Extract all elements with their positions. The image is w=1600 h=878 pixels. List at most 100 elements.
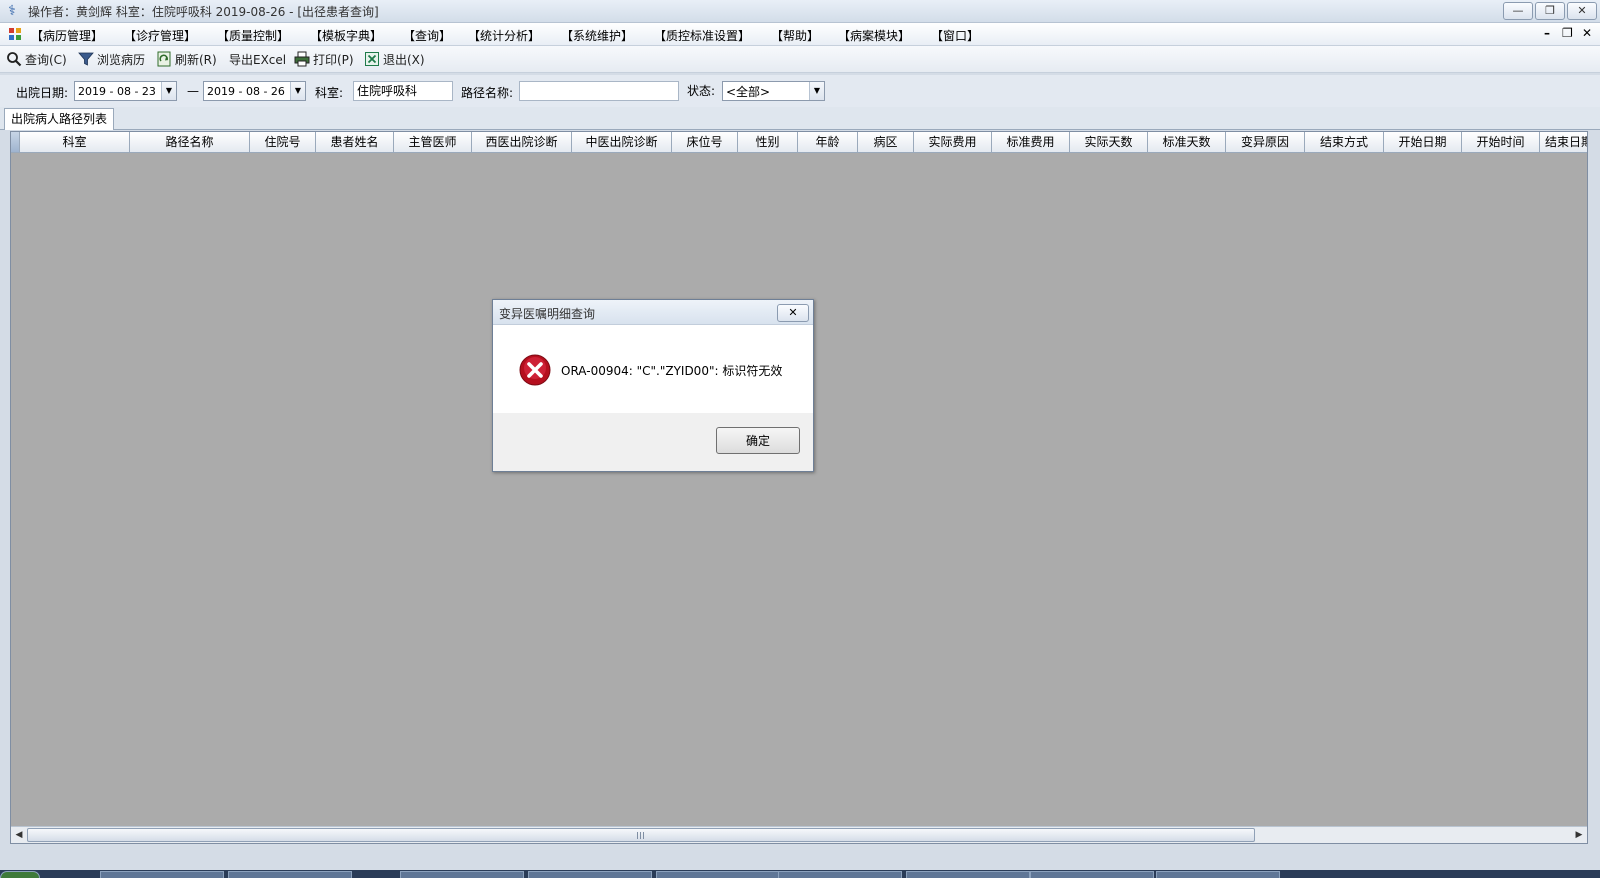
grid-header: 科室 路径名称 住院号 患者姓名 主管医师 西医出院诊断 中医出院诊断 床位号 … (11, 132, 1587, 153)
col-header-gender[interactable]: 性别 (738, 132, 798, 152)
dialog-footer: 确定 (493, 413, 813, 471)
col-header-actual-cost[interactable]: 实际费用 (914, 132, 992, 152)
dialog-body: ORA-00904: "C"."ZYID00": 标识符无效 (493, 325, 813, 413)
col-header-patient-name[interactable]: 患者姓名 (316, 132, 394, 152)
menu-qc-standards[interactable]: 【质控标准设置】 (654, 27, 750, 44)
col-header-standard-days[interactable]: 标准天数 (1148, 132, 1226, 152)
col-header-dept[interactable]: 科室 (20, 132, 130, 152)
menu-medical-records[interactable]: 【病历管理】 (31, 27, 103, 44)
app-icon: ⚕ (8, 3, 16, 19)
date-from-value: 2019 - 08 - 23 (78, 85, 156, 98)
error-message: ORA-00904: "C"."ZYID00": 标识符无效 (561, 364, 783, 378)
print-label: 打印(P) (313, 52, 354, 67)
taskbar-item[interactable] (528, 871, 652, 878)
menu-window[interactable]: 【窗口】 (931, 27, 979, 44)
scroll-left-arrow-icon[interactable]: ◀ (12, 828, 26, 842)
taskbar-item[interactable] (778, 871, 902, 878)
horizontal-scrollbar[interactable]: ◀ ▶ (11, 826, 1587, 843)
export-excel-button[interactable]: 导出EXcel (229, 50, 286, 68)
taskbar-item[interactable] (1030, 871, 1154, 878)
menu-maintenance[interactable]: 【系统维护】 (561, 27, 633, 44)
ok-button[interactable]: 确定 (716, 427, 800, 454)
col-header-standard-cost[interactable]: 标准费用 (992, 132, 1070, 152)
col-header-attending-doctor[interactable]: 主管医师 (394, 132, 472, 152)
status-select[interactable]: <全部> ▼ (722, 81, 825, 101)
menu-case-module[interactable]: 【病案模块】 (838, 27, 910, 44)
col-header-start-time[interactable]: 开始时间 (1462, 132, 1540, 152)
browse-records-button[interactable]: 浏览病历 (78, 50, 145, 68)
close-button[interactable]: ✕ (1567, 2, 1597, 20)
minimize-button[interactable]: — (1503, 2, 1533, 20)
tab-discharged-path-list[interactable]: 出院病人路径列表 (4, 108, 115, 130)
taskbar-item[interactable] (1156, 871, 1280, 878)
exit-label: 退出(X) (383, 52, 425, 67)
date-from-dropdown-icon[interactable]: ▼ (161, 82, 176, 100)
print-button[interactable]: 打印(P) (294, 50, 354, 68)
window-title: 操作者：黄剑辉 科室：住院呼吸科 2019-08-26 - [出径患者查询] (28, 5, 379, 19)
col-header-actual-days[interactable]: 实际天数 (1070, 132, 1148, 152)
col-header-bed-no[interactable]: 床位号 (672, 132, 738, 152)
refresh-icon (157, 51, 171, 67)
mdi-close-button[interactable]: ✕ (1582, 26, 1592, 40)
scroll-right-arrow-icon[interactable]: ▶ (1572, 828, 1586, 842)
restore-button[interactable]: ❐ (1535, 2, 1565, 20)
exit-button[interactable]: 退出(X) (364, 50, 425, 68)
magnifier-icon (7, 52, 22, 67)
taskbar-item[interactable] (656, 871, 780, 878)
menu-statistics[interactable]: 【统计分析】 (468, 27, 540, 44)
col-header-end-method[interactable]: 结束方式 (1305, 132, 1384, 152)
taskbar-item[interactable] (228, 871, 352, 878)
filter-bar: 出院日期: 2019 - 08 - 23 ▼ — 2019 - 08 - 26 … (0, 75, 1600, 107)
start-button[interactable] (0, 871, 40, 878)
exit-icon (365, 52, 379, 66)
patient-path-grid[interactable]: 科室 路径名称 住院号 患者姓名 主管医师 西医出院诊断 中医出院诊断 床位号 … (10, 131, 1588, 844)
col-header-tcm-diagnosis[interactable]: 中医出院诊断 (572, 132, 672, 152)
col-header-variance-reason[interactable]: 变异原因 (1226, 132, 1305, 152)
date-to-picker[interactable]: 2019 - 08 - 26 ▼ (203, 81, 306, 101)
status-label: 状态: (687, 84, 716, 98)
scroll-thumb[interactable] (27, 828, 1255, 842)
taskbar-item[interactable] (906, 871, 1030, 878)
col-header-admission-no[interactable]: 住院号 (250, 132, 316, 152)
col-header-end-date[interactable]: 结束日期 (1540, 132, 1587, 152)
path-name-input[interactable] (519, 81, 679, 101)
dept-input[interactable]: 住院呼吸科 (353, 81, 453, 101)
discharge-date-label: 出院日期: (16, 86, 69, 100)
query-label: 查询(C) (25, 52, 67, 67)
date-separator: — (187, 84, 199, 98)
toolbar: 查询(C) 浏览病历 刷新(R) 导出EXcel 打印(P) 退出(X) (0, 46, 1600, 73)
mdi-restore-button[interactable]: ❐ (1562, 26, 1573, 40)
mdi-window-icon[interactable] (8, 27, 22, 41)
menu-query[interactable]: 【查询】 (403, 27, 451, 44)
export-excel-label: 导出EXcel (229, 52, 287, 67)
mdi-minimize-button[interactable]: – (1544, 26, 1550, 40)
query-button[interactable]: 查询(C) (6, 50, 67, 68)
menu-help[interactable]: 【帮助】 (771, 27, 819, 44)
taskbar-item[interactable] (100, 871, 224, 878)
menu-templates[interactable]: 【模板字典】 (310, 27, 382, 44)
menu-bar: 【病历管理】 【诊疗管理】 【质量控制】 【模板字典】 【查询】 【统计分析】 … (0, 23, 1600, 46)
dialog-close-button[interactable]: ✕ (777, 304, 809, 322)
date-from-picker[interactable]: 2019 - 08 - 23 ▼ (74, 81, 177, 101)
error-dialog: 变异医嘱明细查询 ✕ ORA-00904: "C"."ZYID00": 标识符无… (492, 299, 814, 472)
scroll-grip-icon (637, 832, 645, 839)
col-header-western-diagnosis[interactable]: 西医出院诊断 (472, 132, 572, 152)
date-to-value: 2019 - 08 - 26 (207, 85, 285, 98)
menu-quality-control[interactable]: 【质量控制】 (217, 27, 289, 44)
date-to-dropdown-icon[interactable]: ▼ (290, 82, 305, 100)
col-header-path-name[interactable]: 路径名称 (130, 132, 250, 152)
browse-records-label: 浏览病历 (97, 52, 146, 67)
path-name-label: 路径名称: (461, 86, 514, 100)
refresh-button[interactable]: 刷新(R) (156, 50, 217, 68)
taskbar-item[interactable] (400, 871, 524, 878)
col-header-age[interactable]: 年龄 (798, 132, 858, 152)
printer-icon (294, 51, 310, 67)
dialog-titlebar[interactable]: 变异医嘱明细查询 ✕ (493, 300, 813, 325)
dept-label: 科室: (315, 86, 344, 100)
status-dropdown-icon[interactable]: ▼ (809, 82, 824, 100)
tab-strip: 出院病人路径列表 (0, 107, 1600, 130)
col-header-ward[interactable]: 病区 (858, 132, 914, 152)
os-taskbar (0, 870, 1600, 878)
col-header-start-date[interactable]: 开始日期 (1384, 132, 1462, 152)
menu-treatment[interactable]: 【诊疗管理】 (124, 27, 196, 44)
